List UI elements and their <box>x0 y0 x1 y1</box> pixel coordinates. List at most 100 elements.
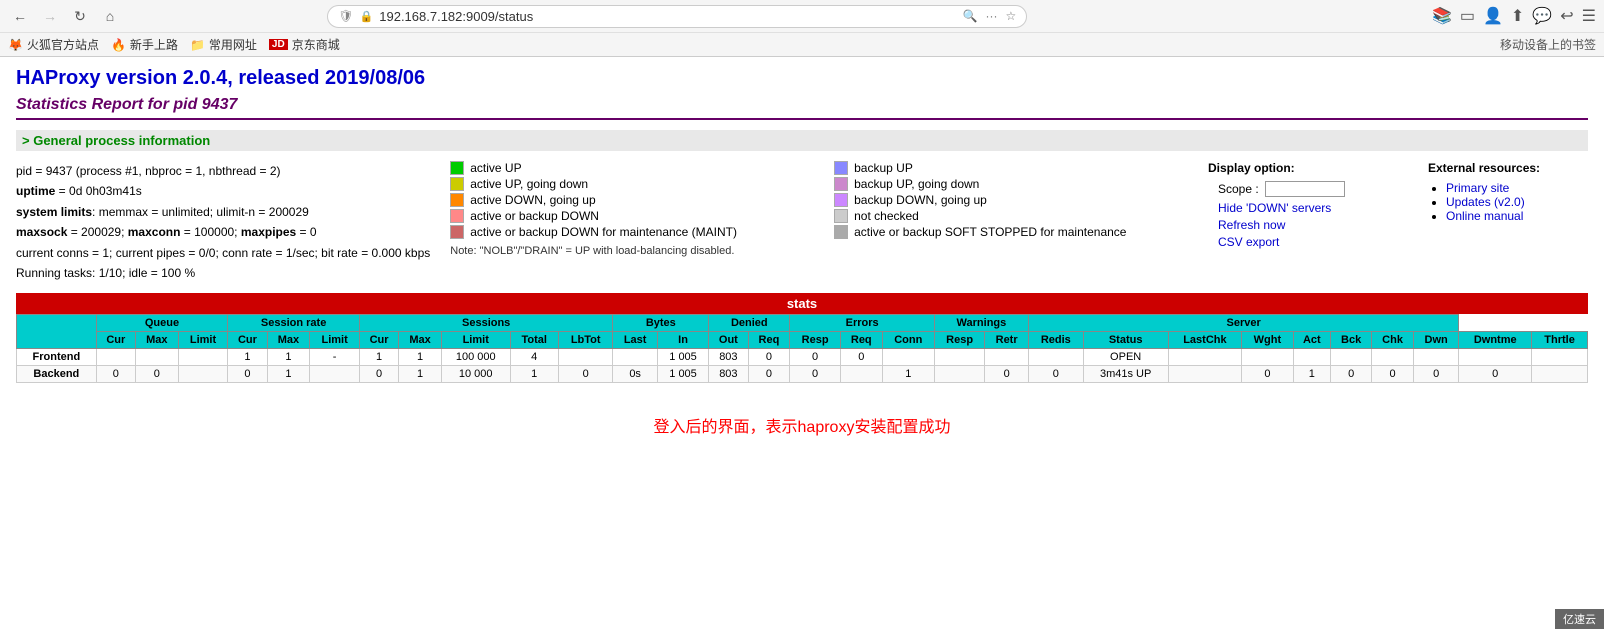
sync-icon[interactable]: ⬆ <box>1511 6 1524 26</box>
bookmark-jd[interactable]: JD 京东商城 <box>269 36 340 53</box>
updates-link[interactable]: Updates (v2.0) <box>1446 195 1525 209</box>
td: 803 <box>709 349 748 366</box>
bookmark-newuser[interactable]: 🔥 新手上路 <box>111 36 178 53</box>
td <box>1372 349 1414 366</box>
csv-export-link[interactable]: CSV export <box>1218 235 1279 249</box>
td <box>96 349 135 366</box>
legend-color-backup-up-going-down <box>834 177 848 191</box>
td: 4 <box>510 349 558 366</box>
td <box>1168 349 1242 366</box>
hide-down-link[interactable]: Hide 'DOWN' servers <box>1218 201 1331 215</box>
library-icon[interactable]: 📚 <box>1432 6 1452 26</box>
td: 100 000 <box>441 349 510 366</box>
td: 0 <box>790 366 840 383</box>
info-area: pid = 9437 (process #1, nbproc = 1, nbth… <box>16 161 1588 283</box>
scope-item: Scope : <box>1218 181 1408 197</box>
search-icon: 🔍 <box>963 9 978 23</box>
system-limits-line: system limits: memmax = unlimited; ulimi… <box>16 202 430 222</box>
bottom-message: 登入后的界面，表示haproxy安装配置成功 <box>16 413 1588 437</box>
address-bar[interactable]: 🛡 🔒 192.168.7.182:9009/status 🔍 ··· ☆ <box>327 5 1027 28</box>
firefox-icon: 🦊 <box>8 38 23 52</box>
td: 1 <box>1293 366 1331 383</box>
display-options-title: Display option: <box>1208 161 1408 175</box>
td: 0 <box>1372 366 1414 383</box>
undo-icon[interactable]: ↩ <box>1560 6 1573 26</box>
td: 0 <box>1459 366 1532 383</box>
th-q-max: Max <box>135 332 178 349</box>
th-err-conn: Conn <box>882 332 934 349</box>
td <box>178 349 228 366</box>
td <box>1293 349 1331 366</box>
th-lastchk: LastChk <box>1168 332 1242 349</box>
th-dwn: Dwn <box>1414 332 1459 349</box>
page-title: HAProxy version 2.0.4, released 2019/08/… <box>16 67 1588 90</box>
chat-icon[interactable]: 💬 <box>1532 6 1552 26</box>
th-sessions: Sessions <box>359 315 612 332</box>
td <box>985 349 1029 366</box>
legend-note: Note: "NOLB"/"DRAIN" = UP with load-bala… <box>450 245 1188 257</box>
th-denied-resp: Resp <box>790 332 840 349</box>
td <box>1242 349 1293 366</box>
th-server: Server <box>1028 315 1458 332</box>
primary-site-link[interactable]: Primary site <box>1446 181 1509 195</box>
reload-button[interactable]: ↻ <box>68 4 92 28</box>
bookmark-common[interactable]: 📁 常用网址 <box>190 36 257 53</box>
legend-label-active-backup-down: active or backup DOWN <box>470 209 599 223</box>
td: 0 <box>558 366 612 383</box>
td: 0 <box>359 366 398 383</box>
bookmark-label: 常用网址 <box>209 36 257 53</box>
sidebar-icon[interactable]: ▭ <box>1460 6 1475 26</box>
th-q-cur: Cur <box>96 332 135 349</box>
manual-link[interactable]: Online manual <box>1446 209 1523 223</box>
legend-grid: active UP backup UP active UP, going dow… <box>450 161 1188 239</box>
legend-color-active-backup-down <box>450 209 464 223</box>
td: 1 <box>267 349 310 366</box>
bookmarks-bar: 🦊 火狐官方站点 🔥 新手上路 📁 常用网址 JD 京东商城 移动设备上的书签 <box>0 32 1604 56</box>
td <box>1532 366 1588 383</box>
th-sess-last: Last <box>613 332 657 349</box>
current-conns-line: current conns = 1; current pipes = 0/0; … <box>16 243 430 263</box>
legend-backup-up: backup UP <box>834 161 1188 175</box>
td: 0s <box>613 366 657 383</box>
th-sess-lbtot: LbTot <box>558 332 612 349</box>
td <box>558 349 612 366</box>
bookmark-label: 火狐官方站点 <box>27 36 99 53</box>
td-status: 3m41s UP <box>1083 366 1168 383</box>
th-session-rate: Session rate <box>228 315 360 332</box>
legend-active-backup-down: active or backup DOWN <box>450 209 804 223</box>
footer: 亿速云 <box>1555 609 1604 629</box>
th-warnings: Warnings <box>934 315 1028 332</box>
th-sess-cur: Cur <box>359 332 398 349</box>
td <box>934 366 984 383</box>
star-icon[interactable]: ☆ <box>1006 9 1017 23</box>
bookmark-label: 京东商城 <box>292 36 340 53</box>
th-thrtle: Thrtle <box>1532 332 1588 349</box>
address-icons: 🔍 ··· ☆ <box>963 9 1017 23</box>
back-button[interactable]: ← <box>8 4 32 28</box>
th-warn-redis: Redis <box>1028 332 1083 349</box>
td: 0 <box>96 366 135 383</box>
profile-icon[interactable]: 👤 <box>1483 6 1503 26</box>
bookmark-label: 新手上路 <box>130 36 178 53</box>
scope-input[interactable] <box>1265 181 1345 197</box>
legend-color-backup-down-going-up <box>834 193 848 207</box>
scope-label: Scope : <box>1218 182 1259 196</box>
th-sr-cur: Cur <box>228 332 267 349</box>
td: 0 <box>228 366 267 383</box>
legend-label-active-down-going-up: active DOWN, going up <box>470 193 595 207</box>
th-dwntme: Dwntme <box>1459 332 1532 349</box>
row-backend-name: Backend <box>17 366 97 383</box>
legend-label-soft-stopped: active or backup SOFT STOPPED for mainte… <box>854 225 1126 239</box>
browser-chrome: ← → ↻ ⌂ 🛡 🔒 192.168.7.182:9009/status 🔍 … <box>0 0 1604 57</box>
home-button[interactable]: ⌂ <box>98 4 122 28</box>
stats-table: Queue Session rate Sessions Bytes Denied… <box>16 314 1588 383</box>
menu-icon[interactable]: ☰ <box>1582 6 1596 26</box>
forward-button[interactable]: → <box>38 4 62 28</box>
refresh-now-link[interactable]: Refresh now <box>1218 218 1285 232</box>
td: 0 <box>1028 366 1083 383</box>
legend-active-down-going-up: active DOWN, going up <box>450 193 804 207</box>
td: 0 <box>748 349 790 366</box>
td <box>1459 349 1532 366</box>
bookmark-firefox[interactable]: 🦊 火狐官方站点 <box>8 36 99 53</box>
table-row: Backend 0 0 0 1 0 1 10 000 1 0 0s 1 005 … <box>17 366 1588 383</box>
